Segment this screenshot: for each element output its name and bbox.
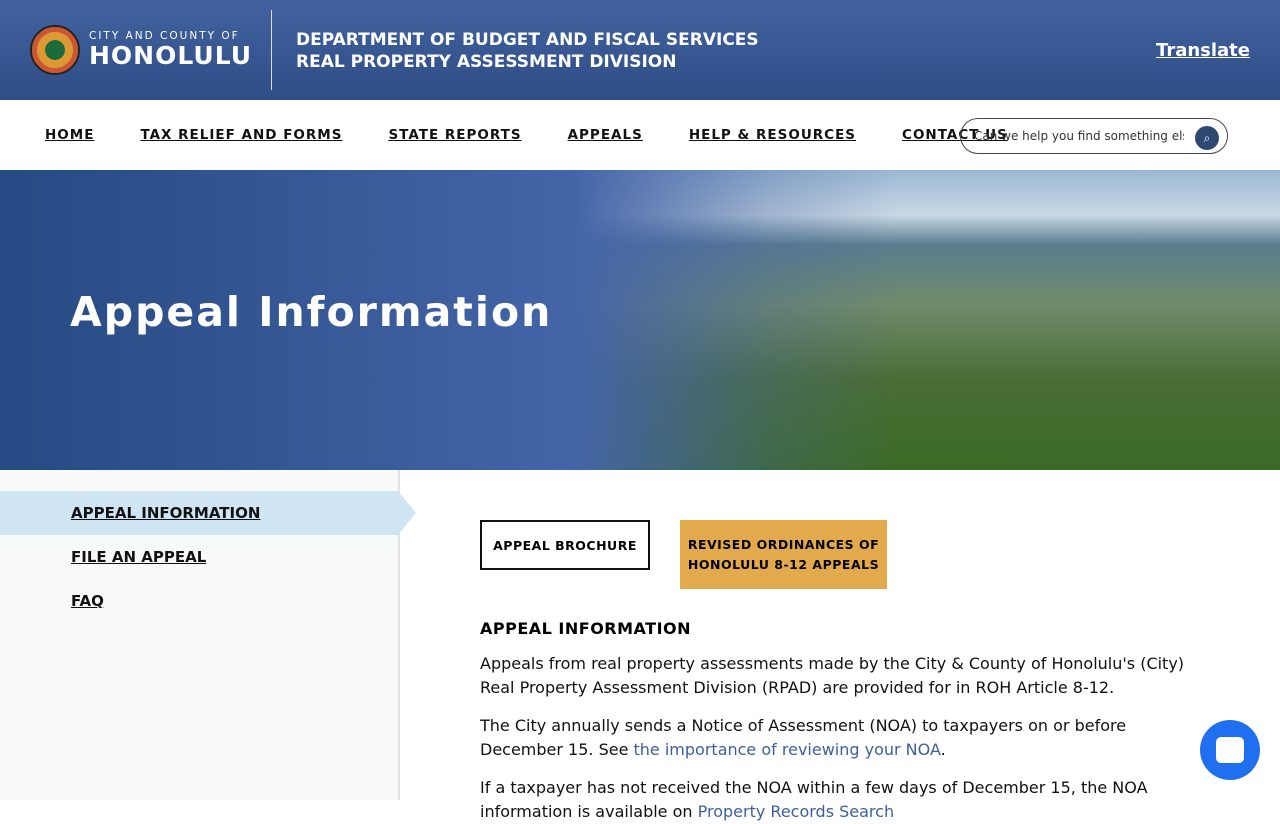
city-seal-logo[interactable] [30,25,80,75]
ordinances-button[interactable]: REVISED ORDINANCES OF HONOLULU 8-12 APPE… [680,520,887,589]
city-big: HONOLULU [89,41,253,70]
main-content: APPEAL BROCHURE REVISED ORDINANCES OF HO… [480,520,1200,824]
paragraph-3: If a taxpayer has not received the NOA w… [480,776,1200,824]
paragraph-1: Appeals from real property assessments m… [480,654,1185,697]
page-title: Appeal Information [70,288,553,336]
nav-state-reports[interactable]: STATE REPORTS [388,127,521,143]
main-nav: HOME TAX RELIEF AND FORMS STATE REPORTS … [0,100,1280,170]
sidebar-item-faq[interactable]: FAQ [0,579,398,623]
department-title: DEPARTMENT OF BUDGET AND FISCAL SERVICES… [296,29,759,73]
search-placeholder: Can we help you find something else? [974,129,1184,143]
section-heading: APPEAL INFORMATION [480,619,692,638]
nav-tax-relief[interactable]: TAX RELIEF AND FORMS [140,127,342,143]
nav-appeals[interactable]: APPEALS [568,127,643,143]
city-name[interactable]: CITY AND COUNTY OF HONOLULU [89,30,252,70]
site-header: CITY AND COUNTY OF HONOLULU DEPARTMENT O… [0,0,1280,100]
sidebar: APPEAL INFORMATION FILE AN APPEAL FAQ [0,470,416,800]
search-icon[interactable]: ⌕ [1195,126,1219,150]
translate-link[interactable]: Translate [1156,40,1250,61]
divider [271,10,272,90]
property-records-link[interactable]: Property Records Search [698,802,894,821]
p2-end: . [940,740,946,759]
dept-line2: REAL PROPERTY ASSESSMENT DIVISION [296,52,677,72]
sidebar-item-file-appeal[interactable]: FILE AN APPEAL [0,535,398,579]
chat-button[interactable] [1200,720,1260,780]
nav-help[interactable]: HELP & RESOURCES [689,127,856,143]
chat-bubble-icon [1216,737,1244,763]
nav-home[interactable]: HOME [45,127,94,143]
dept-line1: DEPARTMENT OF BUDGET AND FISCAL SERVICES [296,30,759,50]
noa-importance-link[interactable]: the importance of reviewing your NOA [634,740,941,759]
hero-banner: Appeal Information [0,170,1280,470]
search-input[interactable]: Can we help you find something else? ⌕ [960,118,1228,154]
sidebar-item-appeal-information[interactable]: APPEAL INFORMATION [0,491,416,535]
paragraph-2: The City annually sends a Notice of Asse… [480,714,1200,762]
appeal-brochure-button[interactable]: APPEAL BROCHURE [480,520,650,570]
